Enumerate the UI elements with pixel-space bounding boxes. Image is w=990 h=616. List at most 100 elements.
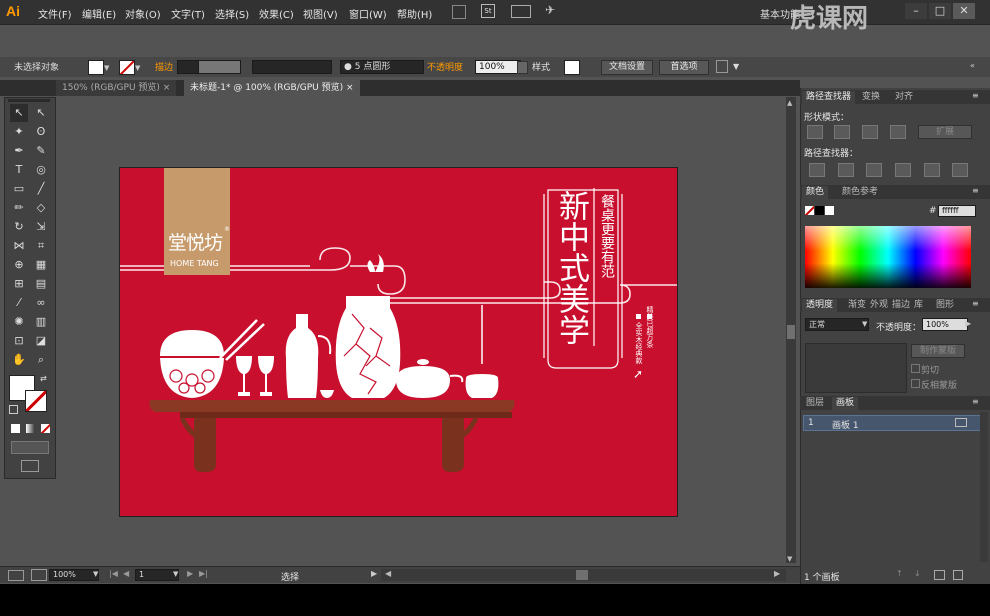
column-graph-tool-icon[interactable]: ▥ xyxy=(32,313,50,331)
tab-artboards[interactable]: 画板 xyxy=(832,397,859,410)
scroll-left-arrow-icon[interactable]: ◀ xyxy=(385,569,391,578)
transparency-menu-icon[interactable]: ≡ xyxy=(972,299,979,308)
magic-wand-tool-icon[interactable]: ✦ xyxy=(10,123,28,141)
intersect-icon[interactable] xyxy=(862,125,878,139)
slice-tool-icon[interactable]: ◪ xyxy=(32,332,50,350)
layers-menu-icon[interactable]: ≡ xyxy=(972,397,979,406)
vertical-scroll-thumb[interactable] xyxy=(787,325,795,339)
first-artboard-icon[interactable]: |◀ xyxy=(109,569,118,578)
menu-help[interactable]: 帮助(H) xyxy=(397,6,432,21)
gradient-mode-icon[interactable] xyxy=(26,424,35,433)
free-transform-tool-icon[interactable]: ⌗ xyxy=(32,237,50,255)
selection-tool-icon[interactable]: ↖ xyxy=(10,104,28,122)
maximize-button[interactable]: □ xyxy=(929,3,951,19)
document-tab-2[interactable]: 未标题-1* @ 100% (RGB/GPU 预览) × xyxy=(184,80,360,96)
opacity-arrow-icon[interactable]: ▶ xyxy=(965,319,971,328)
make-mask-button[interactable]: 制作蒙版 xyxy=(911,344,965,358)
color-spectrum[interactable] xyxy=(805,226,971,288)
merge-icon[interactable] xyxy=(866,163,882,177)
minus-front-icon[interactable] xyxy=(834,125,850,139)
blend-dropdown-icon[interactable]: ▼ xyxy=(862,320,867,328)
tab-layers[interactable]: 图层 xyxy=(802,397,828,410)
tab-graphic-styles[interactable]: 图形 xyxy=(932,299,958,312)
default-colors-icon[interactable] xyxy=(9,405,18,414)
pencil-tool-icon[interactable]: ✏ xyxy=(10,199,28,217)
document-tab-1[interactable]: 150% (RGB/GPU 预览) × xyxy=(56,80,177,96)
eyedropper-tool-icon[interactable]: ⁄ xyxy=(10,294,28,312)
swap-colors-icon[interactable]: ⇄ xyxy=(40,374,47,383)
menu-object[interactable]: 对象(O) xyxy=(125,6,161,21)
blend-tool-icon[interactable]: ∞ xyxy=(32,294,50,312)
menu-file[interactable]: 文件(F) xyxy=(38,6,72,21)
scroll-up-arrow-icon[interactable]: ▲ xyxy=(787,99,792,107)
zoom-input[interactable]: 100% xyxy=(49,569,99,581)
export-icon[interactable] xyxy=(31,569,47,581)
tab-color[interactable]: 颜色 xyxy=(802,186,829,199)
eraser-tool-icon[interactable]: ◇ xyxy=(32,199,50,217)
fill-swatch[interactable] xyxy=(88,60,104,75)
paintbrush-tool-icon[interactable]: ╱ xyxy=(32,180,50,198)
tab-align[interactable]: 对齐 xyxy=(891,91,917,104)
gradient-tool-icon[interactable]: ▤ xyxy=(32,275,50,293)
fill-dropdown-icon[interactable]: ▼ xyxy=(104,64,109,72)
opacity-input[interactable]: 100% xyxy=(475,60,521,74)
curvature-tool-icon[interactable]: ✎ xyxy=(32,142,50,160)
stock-icon[interactable]: St xyxy=(481,4,495,18)
transform-icon[interactable] xyxy=(716,60,728,73)
menu-select[interactable]: 选择(S) xyxy=(215,6,249,21)
tab-close-icon[interactable]: × xyxy=(163,83,171,93)
invert-mask-checkbox[interactable] xyxy=(911,379,920,388)
menu-type[interactable]: 文字(T) xyxy=(171,6,205,21)
shape-builder-tool-icon[interactable]: ⊕ xyxy=(10,256,28,274)
expand-button[interactable]: 扩展 xyxy=(918,125,972,139)
minus-back-icon[interactable] xyxy=(952,163,968,177)
variable-width-field[interactable] xyxy=(252,60,332,74)
tab-transform[interactable]: 变换 xyxy=(858,91,884,104)
width-tool-icon[interactable]: ⋈ xyxy=(10,237,28,255)
artboard-tool-icon[interactable]: ⊡ xyxy=(10,332,28,350)
tab-transparency[interactable]: 透明度 xyxy=(802,299,838,312)
exclude-icon[interactable] xyxy=(890,125,906,139)
artboard-nav-icon[interactable] xyxy=(8,570,24,581)
delete-artboard-icon[interactable] xyxy=(953,570,963,580)
layers-scrollbar[interactable] xyxy=(980,412,988,562)
minimize-button[interactable]: – xyxy=(905,3,927,19)
crop-icon[interactable] xyxy=(895,163,911,177)
menu-effect[interactable]: 效果(C) xyxy=(259,6,294,21)
none-swatch[interactable] xyxy=(805,206,814,215)
move-down-icon[interactable]: ↓ xyxy=(914,569,921,578)
new-artboard-icon[interactable] xyxy=(934,570,945,580)
color-menu-icon[interactable]: ≡ xyxy=(972,186,979,195)
tools-panel-grip[interactable] xyxy=(8,99,50,102)
hand-tool-icon[interactable]: ✋ xyxy=(10,351,28,369)
scale-tool-icon[interactable]: ⇲ xyxy=(32,218,50,236)
panel-collapse-icon[interactable]: « xyxy=(970,61,975,70)
artboard-options-icon[interactable] xyxy=(955,418,967,427)
color-mode-icon[interactable] xyxy=(11,424,20,433)
zoom-dropdown-icon[interactable]: ▼ xyxy=(93,570,98,578)
stroke-color-box[interactable] xyxy=(25,390,47,412)
scroll-down-arrow-icon[interactable]: ▼ xyxy=(787,555,792,563)
pathfinder-menu-icon[interactable]: ≡ xyxy=(972,91,979,100)
screen-mode-icon[interactable] xyxy=(21,460,39,472)
hex-input[interactable]: ffffff xyxy=(938,205,976,217)
next-artboard-icon[interactable]: ▶ xyxy=(187,569,193,578)
lasso-tool-icon[interactable]: ʘ xyxy=(32,123,50,141)
tab-color-guide[interactable]: 颜色参考 xyxy=(838,186,882,199)
bridge-icon[interactable] xyxy=(452,5,466,19)
stroke-dropdown-icon[interactable]: ▼ xyxy=(135,64,140,72)
horizontal-scroll-thumb[interactable] xyxy=(576,570,588,580)
stroke-weight-field[interactable] xyxy=(198,60,241,74)
control-menu-icon[interactable]: ▼ xyxy=(733,62,739,71)
opacity-stepper[interactable] xyxy=(517,61,528,74)
menu-edit[interactable]: 编辑(E) xyxy=(82,6,116,21)
transparency-opacity-input[interactable]: 100% xyxy=(922,318,968,331)
artboard[interactable]: 堂悦坊 ® HOME TANG 新中式美学 餐桌更要有范 全实木经典款 精美已超… xyxy=(119,167,678,517)
mesh-tool-icon[interactable]: ⊞ xyxy=(10,275,28,293)
symbol-sprayer-tool-icon[interactable]: ✺ xyxy=(10,313,28,331)
close-window-button[interactable]: ✕ xyxy=(953,3,975,19)
move-up-icon[interactable]: ↑ xyxy=(896,569,903,578)
menu-view[interactable]: 视图(V) xyxy=(303,6,338,21)
arrange-documents-icon[interactable] xyxy=(511,5,531,18)
document-setup-button[interactable]: 文档设置 xyxy=(601,60,653,75)
